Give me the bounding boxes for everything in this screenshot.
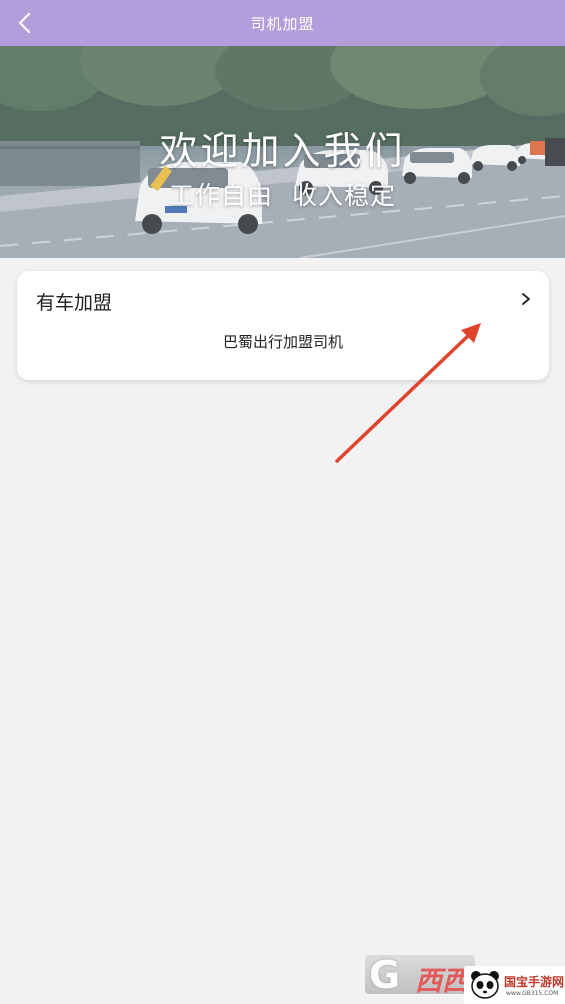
page-title: 司机加盟: [250, 14, 315, 33]
car-owner-join-card[interactable]: 有车加盟 巴蜀出行加盟司机: [17, 271, 549, 380]
chevron-right-icon: [522, 293, 530, 305]
card-title: 有车加盟: [36, 292, 113, 314]
watermark-url: www.GB315.COM: [506, 990, 559, 997]
back-button[interactable]: [8, 6, 42, 40]
watermark-logo-left: G 西西: [365, 955, 475, 994]
banner-subtitle: 工作自由 收入稳定: [169, 181, 396, 210]
banner-image: 欢迎加入我们 工作自由 收入稳定: [0, 46, 565, 258]
card-subtitle: 巴蜀出行加盟司机: [222, 333, 343, 351]
page: 司机加盟 欢迎加入我们 工作自由 收入稳定 有车加盟 巴蜀出行加盟司机 G 西西…: [0, 0, 565, 1004]
panda-icon: [471, 971, 499, 999]
banner-title: 欢迎加入我们: [159, 129, 406, 173]
watermark-brand: 国宝手游网: [504, 975, 565, 989]
chevron-left-icon: [18, 12, 31, 34]
watermark-logo-right: 国宝手游网 www.GB315.COM: [464, 966, 565, 1004]
top-bar: 司机加盟: [0, 0, 565, 46]
